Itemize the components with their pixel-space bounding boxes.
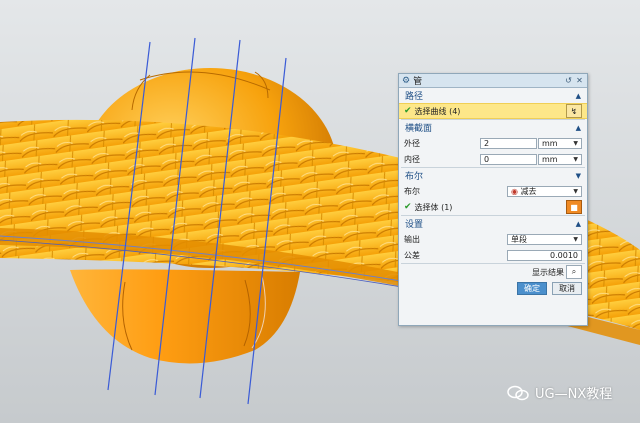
expand-icon[interactable]: ▼ [576,172,581,180]
inner-diameter-unit: mm [542,154,558,164]
output-select[interactable]: 单段 ▼ [507,233,582,245]
select-curve-label: 选择曲线 (4) [414,106,461,116]
magnifier-icon[interactable]: ⌕ [566,265,582,279]
select-body-row[interactable]: ✔ 选择体 (1) ■ [399,199,587,215]
boolean-row: 布尔 ◉ 减去 ▼ [399,183,587,199]
outer-diameter-label: 外径 [404,138,420,148]
section-boolean-title: 布尔 [405,172,424,182]
boolean-select[interactable]: ◉ 减去 ▼ [507,185,582,197]
outer-diameter-unit-select[interactable]: mm ▼ [538,137,582,149]
collapse-icon[interactable]: ▲ [576,124,581,132]
watermark-text: UG—NX教程 [535,387,613,402]
outer-diameter-unit: mm [542,138,558,148]
check-icon: ✔ [404,202,412,212]
tolerance-row: 公差 0.0010 [399,247,587,263]
wechat-icon [507,385,529,400]
inner-diameter-input[interactable]: 0 [480,153,537,165]
select-body-label: 选择体 (1) [414,202,453,212]
dialog-title: 管 [413,77,423,87]
inner-diameter-row: 内径 0 mm ▼ [399,151,587,167]
show-result-label: 显示结果 [532,267,564,277]
chevron-down-icon: ▼ [573,187,578,195]
gear-icon: ⚙ [402,75,411,86]
section-cross-title: 横截面 [405,124,433,134]
boolean-label: 布尔 [404,186,420,196]
subtract-icon: ◉ [511,186,518,196]
curve-select-icon[interactable]: ↯ [566,104,582,118]
chevron-down-icon: ▼ [573,139,578,147]
section-settings-title: 设置 [405,220,424,230]
outer-diameter-input[interactable]: 2 [480,137,537,149]
tolerance-label: 公差 [404,250,420,260]
collapse-icon[interactable]: ▲ [576,220,581,228]
action-row: 确定 取消 [399,280,587,296]
chevron-down-icon: ▼ [573,235,578,243]
section-path-title: 路径 [405,92,424,102]
section-settings-header[interactable]: 设置 ▲ [399,216,587,231]
dialog-titlebar[interactable]: ⚙ 管 ↺ ✕ [399,74,587,88]
section-path-header[interactable]: 路径 ▲ [399,88,587,103]
check-icon: ✔ [404,106,412,116]
ok-button[interactable]: 确定 [517,281,547,295]
close-icon[interactable]: ✕ [575,76,584,85]
boolean-value: 减去 [520,186,537,196]
chevron-down-icon: ▼ [573,155,578,163]
select-curve-row[interactable]: ✔ 选择曲线 (4) ↯ [399,103,587,119]
output-label: 输出 [404,234,420,244]
tube-dialog: ⚙ 管 ↺ ✕ 路径 ▲ ✔ 选择曲线 (4) ↯ 横截面 ▲ 外径 2 mm … [398,73,588,326]
collapse-icon[interactable]: ▲ [576,92,581,100]
cancel-button[interactable]: 取消 [552,281,582,295]
output-row: 输出 单段 ▼ [399,231,587,247]
show-result-row: 显示结果 ⌕ [399,264,587,280]
watermark: UG—NX教程 [507,383,612,402]
reset-icon[interactable]: ↺ [564,76,573,85]
section-cross-header[interactable]: 横截面 ▲ [399,120,587,135]
boolean-value-wrap: ◉ 减去 [511,186,537,197]
inner-diameter-unit-select[interactable]: mm ▼ [538,153,582,165]
tolerance-input[interactable]: 0.0010 [507,249,582,261]
output-value: 单段 [511,234,527,244]
section-boolean-header[interactable]: 布尔 ▼ [399,168,587,183]
tolerance-value: 0.0010 [550,250,578,260]
inner-diameter-label: 内径 [404,154,420,164]
outer-diameter-row: 外径 2 mm ▼ [399,135,587,151]
solid-body-icon[interactable]: ■ [566,200,582,214]
